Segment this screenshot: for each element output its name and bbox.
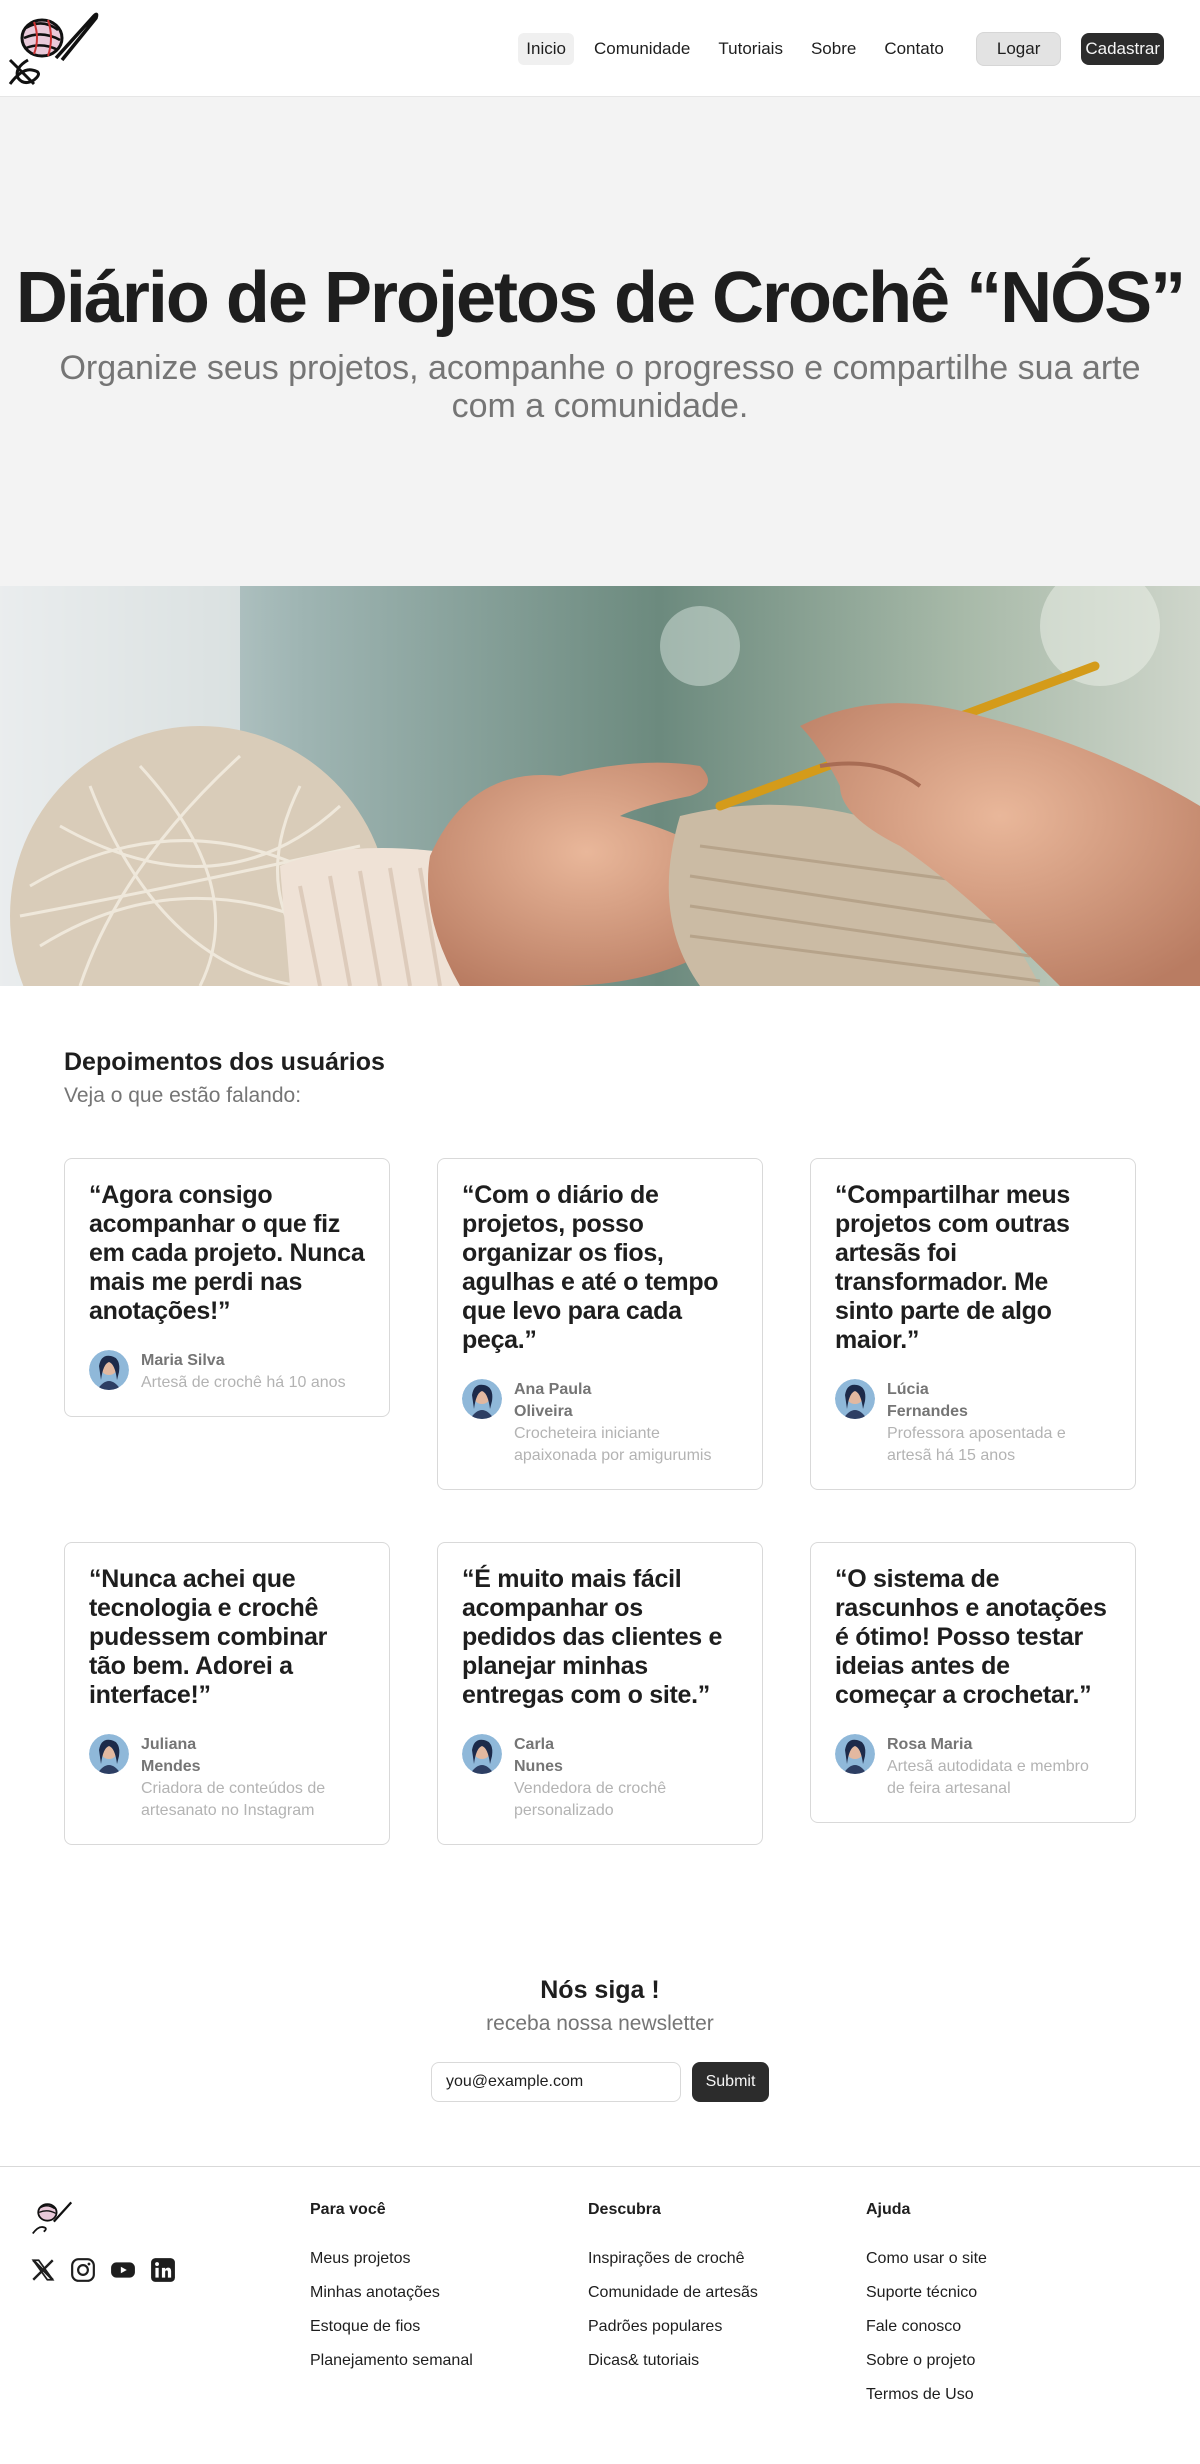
newsletter-email-input[interactable] [431,2062,681,2102]
newsletter-title: Nós siga ! [540,1976,660,2004]
footer-link[interactable]: Comunidade de artesãs [588,2283,758,2302]
nav-link-sobre[interactable]: Sobre [803,33,864,65]
author-name: Carla Nunes [514,1736,563,1775]
author-description: Crocheteira iniciante apaixonada por ami… [514,1425,712,1464]
footer-column-descubra: Descubra Inspirações de crochê Comunidad… [588,2201,758,2385]
testimonial-card: “Nunca achei que tecnologia e crochê pud… [64,1542,390,1845]
testimonial-quote: “Nunca achei que tecnologia e crochê pud… [89,1565,328,1709]
avatar [462,1379,502,1419]
footer-link[interactable]: Dicas& tutoriais [588,2351,758,2370]
linkedin-icon[interactable] [150,2257,176,2283]
newsletter-subtitle: receba nossa newsletter [486,2012,714,2035]
footer-link[interactable]: Minhas anotações [310,2283,473,2302]
avatar [835,1734,875,1774]
x-icon[interactable] [30,2257,56,2283]
testimonial-quote: “Agora consigo acompanhar o que fiz em c… [89,1181,365,1325]
footer-column-ajuda: Ajuda Como usar o site Suporte técnico F… [866,2201,987,2419]
youtube-icon[interactable] [110,2257,136,2283]
hero-subtitle: Organize seus projetos, acompanhe o prog… [59,349,1141,425]
footer-link[interactable]: Sobre o projeto [866,2351,987,2370]
signup-button[interactable]: Cadastrar [1081,33,1164,65]
author-name: Maria Silva [141,1352,225,1369]
author-description: Professora aposentada e artesã há 15 ano… [887,1425,1066,1464]
footer-link[interactable]: Como usar o site [866,2249,987,2268]
author-description: Artesã de crochê há 10 anos [141,1374,346,1391]
social-links [30,2257,190,2283]
author-name: Rosa Maria [887,1736,973,1753]
nav-links: Inicio Comunidade Tutoriais Sobre Contat… [506,32,1164,66]
hero-section: Diário de Projetos de Crochê “NÓS” Organ… [0,96,1200,586]
footer-link[interactable]: Suporte técnico [866,2283,987,2302]
footer-link[interactable]: Meus projetos [310,2249,473,2268]
footer-column-title: Ajuda [866,2201,911,2218]
footer-link[interactable]: Inspirações de crochê [588,2249,758,2268]
avatar [462,1734,502,1774]
footer-column-title: Para você [310,2201,386,2218]
footer-column-para-voce: Para você Meus projetos Minhas anotações… [310,2201,473,2385]
avatar [89,1734,129,1774]
newsletter-submit-button[interactable]: Submit [692,2062,769,2102]
testimonial-card: “Compartilhar meus projetos com outras a… [810,1158,1136,1490]
footer-link[interactable]: Fale conosco [866,2317,987,2336]
top-navbar: Inicio Comunidade Tutoriais Sobre Contat… [0,0,1200,96]
author-description: Artesã autodidata e membro de feira arte… [887,1758,1089,1797]
author-name: Lúcia Fernandes [887,1381,968,1420]
login-button[interactable]: Logar [975,32,1062,66]
testimonial-card: “Com o diário de projetos, posso organiz… [437,1158,763,1490]
yarn-logo-icon[interactable] [30,2197,74,2237]
footer-column-title: Descubra [588,2201,661,2218]
footer-link[interactable]: Padrões populares [588,2317,758,2336]
nav-link-tutoriais[interactable]: Tutoriais [710,33,791,65]
author-description: Vendedora de crochê personalizado [514,1780,667,1819]
avatar [89,1350,129,1390]
testimonial-quote: “É muito mais fácil acompanhar os pedido… [462,1565,723,1709]
testimonial-card: “É muito mais fácil acompanhar os pedido… [437,1542,763,1845]
nav-link-contato[interactable]: Contato [876,33,952,65]
footer: Para você Meus projetos Minhas anotações… [0,2166,1200,2464]
yarn-logo-icon[interactable] [4,8,100,88]
avatar [835,1379,875,1419]
footer-link[interactable]: Estoque de fios [310,2317,473,2336]
nav-link-comunidade[interactable]: Comunidade [586,33,698,65]
author-name: Ana Paula Oliveira [514,1381,592,1420]
hero-title: Diário de Projetos de Crochê “NÓS” [15,258,1186,338]
testimonials-title: Depoimentos dos usuários [64,1048,385,1076]
author-name: Juliana Mendes [141,1736,201,1775]
crochet-hero-image [0,586,1200,986]
testimonial-card: “Agora consigo acompanhar o que fiz em c… [64,1158,390,1417]
nav-link-inicio[interactable]: Inicio [518,33,574,65]
footer-link[interactable]: Planejamento semanal [310,2351,473,2370]
testimonial-card: “O sistema de rascunhos e anotações é ót… [810,1542,1136,1823]
testimonial-quote: “Compartilhar meus projetos com outras a… [835,1181,1070,1354]
instagram-icon[interactable] [70,2257,96,2283]
testimonial-quote: “O sistema de rascunhos e anotações é ót… [835,1565,1107,1709]
author-description: Criadora de conteúdos de artesanato no I… [141,1780,326,1819]
footer-link[interactable]: Termos de Uso [866,2385,987,2404]
testimonial-quote: “Com o diário de projetos, posso organiz… [462,1181,719,1354]
testimonials-subtitle: Veja o que estão falando: [64,1084,302,1107]
